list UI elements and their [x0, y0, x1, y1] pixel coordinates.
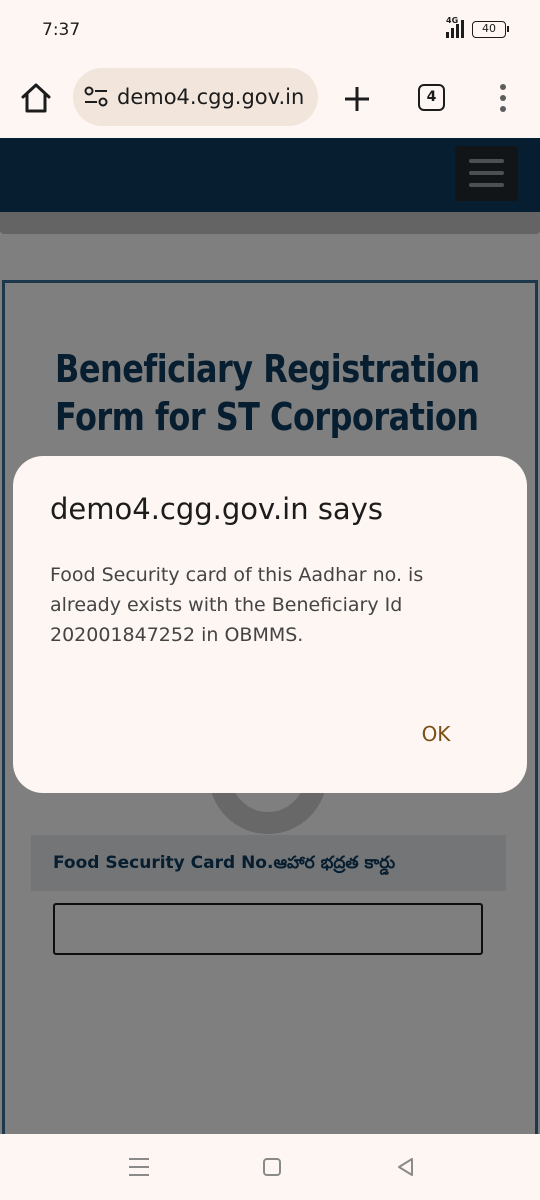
new-tab-button[interactable] [340, 82, 374, 116]
more-options-button[interactable] [495, 82, 511, 114]
nav-home-button[interactable] [263, 1158, 281, 1176]
dialog-message: Food Security card of this Aadhar no. is… [50, 564, 424, 646]
home-icon [21, 83, 51, 113]
battery-level: 40 [482, 21, 496, 35]
alert-dialog: demo4.cgg.gov.in says Food Security card… [13, 456, 527, 793]
browser-toolbar: demo4.cgg.gov.in 4 [0, 60, 540, 138]
status-icons: 4G 40 [446, 16, 509, 38]
url-text[interactable]: demo4.cgg.gov.in [117, 85, 309, 109]
battery-icon: 40 [472, 20, 509, 38]
plus-icon [345, 87, 369, 111]
dialog-title: demo4.cgg.gov.in says [50, 492, 383, 526]
ok-button[interactable]: OK [405, 714, 467, 754]
back-button[interactable] [396, 1157, 416, 1177]
address-bar[interactable]: demo4.cgg.gov.in [73, 68, 318, 126]
status-time: 7:37 [42, 20, 81, 40]
site-settings-icon[interactable] [83, 85, 109, 109]
recent-apps-button[interactable] [129, 1158, 149, 1176]
signal-icon: 4G [446, 16, 464, 38]
system-nav-bar [0, 1134, 540, 1200]
status-bar: 7:37 4G 40 [0, 0, 540, 60]
home-button[interactable] [18, 80, 54, 116]
more-vert-icon [500, 84, 506, 90]
tab-switcher-button[interactable]: 4 [418, 84, 445, 111]
recents-icon [129, 1158, 149, 1160]
